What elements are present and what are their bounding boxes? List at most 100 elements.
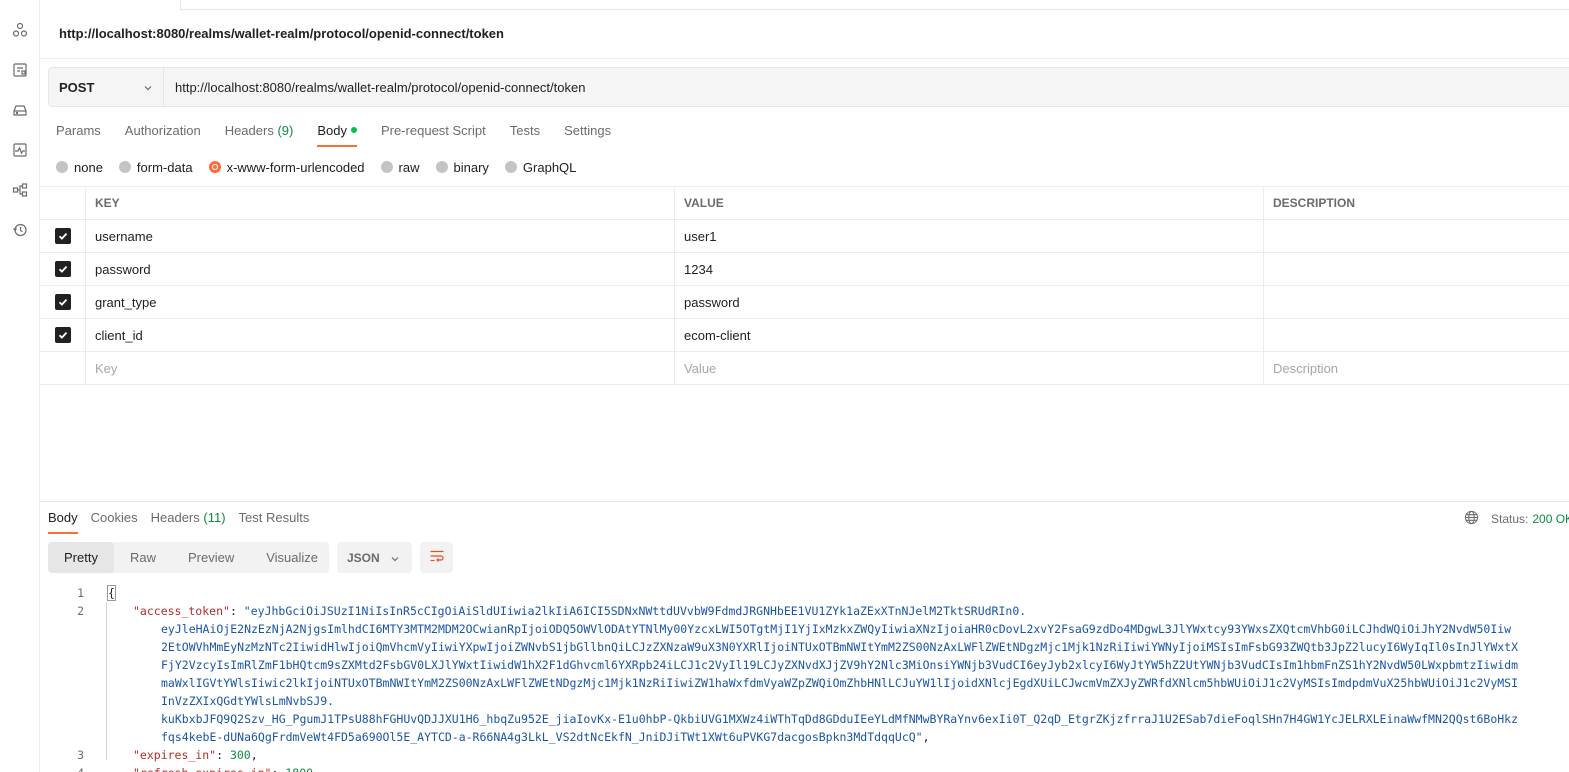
row-value[interactable]: ecom-client: [674, 319, 1263, 351]
row-checkbox[interactable]: [54, 294, 71, 310]
code-line: 2EtOWVhMmEyNzMzNTc2IiwidHlwIjoiQmVhcmVyI…: [40, 638, 1569, 656]
flows-icon[interactable]: [11, 181, 29, 199]
json-number: 1800: [285, 766, 313, 772]
response-body-editor[interactable]: 1 { 2 "access_token": "eyJhbGciOiJSUzI1N…: [40, 584, 1569, 772]
line-number: 2: [77, 604, 84, 618]
code-line: FjY2VzcyIsImRlZmF1bHQtcm9sZXMtd2FsbGV0LX…: [40, 656, 1569, 674]
response-tab-headers[interactable]: Headers (11): [151, 510, 226, 534]
json-string-cont: maWxlIGVtYWlsIiwic2lkIjoiNTUxOTBmNWItYmM…: [161, 676, 1519, 690]
row-value[interactable]: 1234: [674, 253, 1263, 285]
request-tabs: Params Authorization Headers (9) Body Pr…: [56, 123, 635, 147]
table-row: client_id ecom-client: [40, 319, 1569, 352]
globe-icon[interactable]: [1464, 510, 1479, 528]
environments-icon[interactable]: [11, 101, 29, 119]
tab-body[interactable]: Body: [317, 123, 357, 147]
format-label: JSON: [347, 550, 380, 565]
view-preview[interactable]: Preview: [172, 542, 250, 573]
radio-raw-label: raw: [398, 159, 420, 175]
row-checkbox[interactable]: [54, 228, 71, 244]
radio-none[interactable]: none: [56, 160, 103, 175]
header-value: VALUE: [674, 187, 1263, 219]
open-tab[interactable]: [180, 0, 1569, 10]
response-tab-body[interactable]: Body: [48, 510, 78, 534]
tab-params[interactable]: Params: [56, 123, 101, 147]
radio-none-label: none: [74, 159, 103, 175]
row-checkbox[interactable]: [54, 327, 71, 343]
tab-body-label: Body: [317, 123, 347, 138]
response-tab-cookies[interactable]: Cookies: [91, 510, 138, 534]
radio-urlencoded-label: x-www-form-urlencoded: [226, 159, 365, 175]
method-select[interactable]: POST: [49, 68, 164, 106]
json-string-cont: kuKbxbJFQ9Q2Szv_HG_PgumJ1TPsU88hFGHUvQDJ…: [161, 712, 1519, 726]
view-raw[interactable]: Raw: [114, 542, 172, 573]
wrap-lines-icon: [429, 549, 445, 566]
new-key-input[interactable]: Key: [85, 352, 674, 384]
tab-authorization[interactable]: Authorization: [125, 123, 201, 147]
format-select[interactable]: JSON: [337, 542, 412, 573]
row-description[interactable]: [1263, 220, 1569, 252]
radio-circle: [56, 161, 68, 173]
chevron-down-icon: [390, 553, 400, 567]
url-input[interactable]: http://localhost:8080/realms/wallet-real…: [175, 80, 585, 95]
view-mode-selector: Pretty Raw Preview Visualize: [48, 542, 329, 573]
radio-binary[interactable]: binary: [435, 160, 489, 175]
view-visualize[interactable]: Visualize: [250, 542, 334, 573]
code-line: maWxlIGVtYWlsIiwic2lkIjoiNTUxOTBmNWItYmM…: [40, 674, 1569, 692]
row-description[interactable]: [1263, 286, 1569, 318]
header-key: KEY: [85, 187, 674, 219]
row-checkbox[interactable]: [54, 261, 71, 277]
request-title[interactable]: http://localhost:8080/realms/wallet-real…: [59, 26, 504, 41]
response-tab-test-results[interactable]: Test Results: [239, 510, 310, 534]
radio-form-data[interactable]: form-data: [118, 159, 193, 175]
radio-form-data-label: form-data: [136, 159, 193, 175]
row-key[interactable]: password: [85, 253, 674, 285]
json-key: "refresh_expires_in": [133, 766, 271, 772]
collections-icon[interactable]: [11, 21, 29, 39]
history-icon[interactable]: [11, 221, 29, 239]
header-check-cell: [40, 187, 85, 219]
new-value-input[interactable]: Value: [674, 352, 1263, 384]
response-status: Status: 200 OK: [1464, 510, 1569, 528]
json-string-cont: FjY2VzcyIsImRlZmF1bHQtcm9sZXMtd2FsbGV0LX…: [161, 658, 1519, 672]
json-string-cont: 2EtOWVhMmEyNzMzNTc2IiwidHlwIjoiQmVhcmVyI…: [161, 640, 1519, 654]
row-value[interactable]: password: [674, 286, 1263, 318]
code-line: 2 "access_token": "eyJhbGciOiJSUzI1NiIsI…: [40, 602, 1569, 620]
status-label: Status:: [1491, 512, 1529, 526]
tab-strip: [40, 0, 1569, 10]
code-line: InVzZXIxQGdtYWlsLmNvbSJ9.: [40, 692, 1569, 710]
open-brace: {: [107, 585, 116, 601]
row-description[interactable]: [1263, 253, 1569, 285]
body-type-radios: none form-data x-www-form-urlencoded raw…: [56, 159, 592, 175]
row-value[interactable]: user1: [674, 220, 1263, 252]
new-description-input[interactable]: Description: [1263, 352, 1569, 384]
radio-raw[interactable]: raw: [380, 159, 420, 175]
radio-graphql-label: GraphQL: [522, 159, 577, 175]
table-row: password 1234: [40, 253, 1569, 286]
row-key[interactable]: grant_type: [85, 286, 674, 318]
apis-icon[interactable]: [11, 61, 29, 79]
radio-urlencoded[interactable]: x-www-form-urlencoded: [208, 159, 365, 175]
code-line: 1 {: [40, 584, 1569, 602]
json-string-cont: eyJleHAiOjE2NzEzNjA2NjgsImlhdCI6MTY3MTM2…: [161, 622, 1512, 636]
table-row-new: Key Value Description: [40, 352, 1569, 385]
tab-pre-request-script[interactable]: Pre-request Script: [381, 123, 486, 147]
tab-settings[interactable]: Settings: [564, 123, 611, 147]
table-row: username user1: [40, 220, 1569, 253]
comma: ,: [250, 748, 258, 762]
status-value[interactable]: 200 OK: [1532, 512, 1569, 526]
wrap-lines-button[interactable]: [420, 542, 453, 573]
line-number: 3: [77, 748, 84, 762]
view-pretty[interactable]: Pretty: [48, 542, 114, 573]
tab-headers[interactable]: Headers (9): [225, 123, 294, 147]
pane-resize-handle[interactable]: [40, 501, 1569, 502]
code-line: kuKbxbJFQ9Q2Szv_HG_PgumJ1TPsU88hFGHUvQDJ…: [40, 710, 1569, 728]
radio-graphql[interactable]: GraphQL: [504, 159, 577, 175]
row-key[interactable]: username: [85, 220, 674, 252]
json-string-cont: InVzZXIxQGdtYWlsLmNvbSJ9.: [161, 694, 335, 708]
row-description[interactable]: [1263, 319, 1569, 351]
monitors-icon[interactable]: [11, 141, 29, 159]
url-bar: POST http://localhost:8080/realms/wallet…: [48, 67, 1569, 107]
row-key[interactable]: client_id: [85, 319, 674, 351]
radio-circle: [435, 161, 448, 173]
tab-tests[interactable]: Tests: [510, 123, 540, 147]
